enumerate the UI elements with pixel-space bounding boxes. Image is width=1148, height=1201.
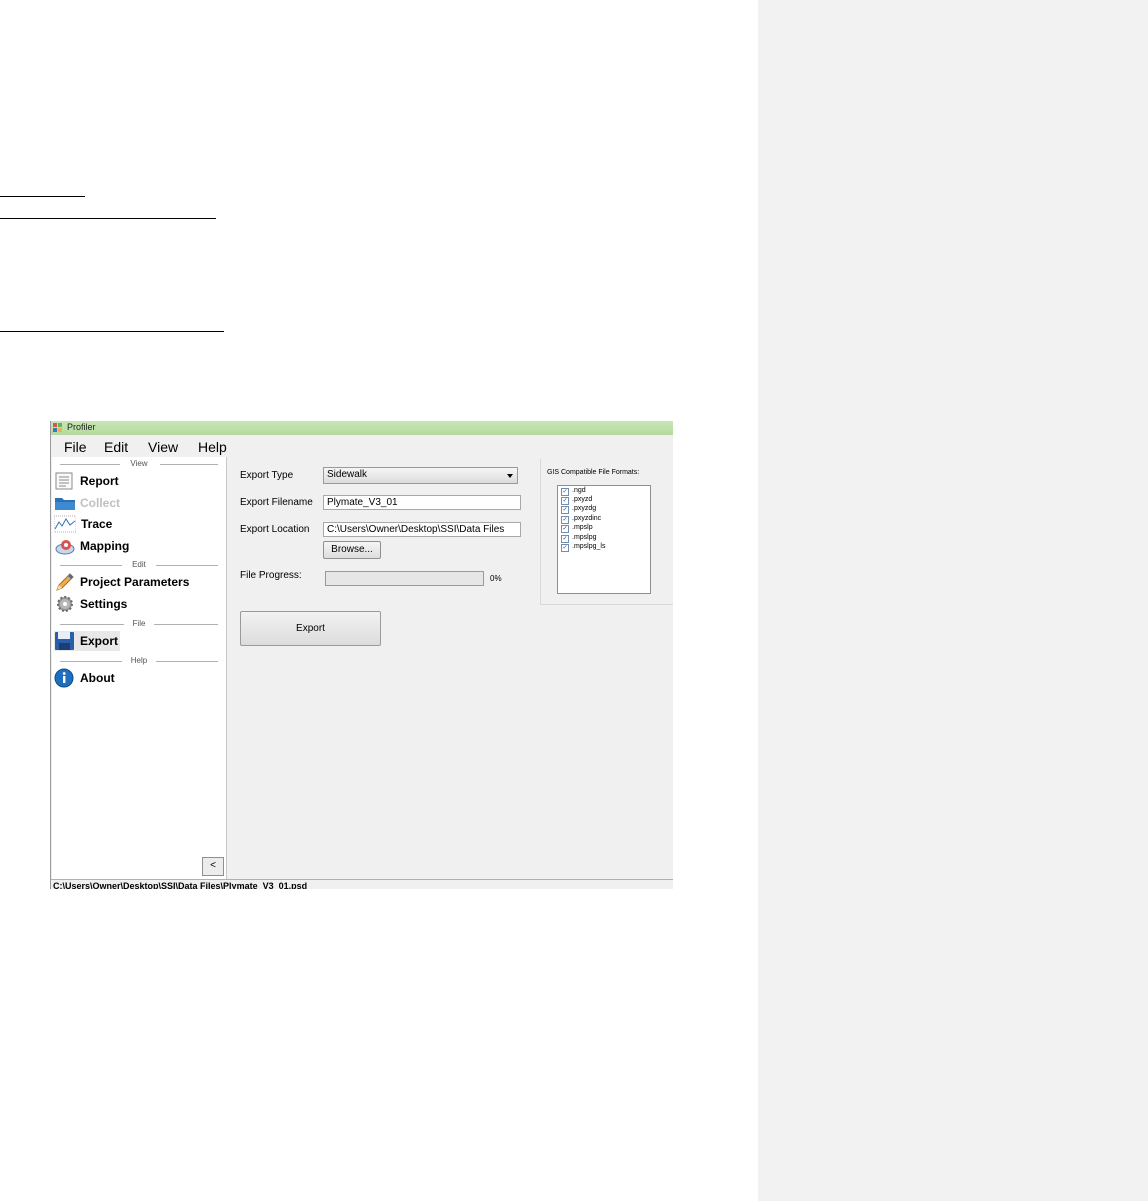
browse-button[interactable]: Browse... (323, 541, 381, 559)
status-file-path: C:\Users\Owner\Desktop\SSI\Data Files\Pl… (53, 881, 308, 889)
checkbox-checked-icon[interactable]: ✓ (561, 497, 569, 505)
sidebar-item-mapping[interactable]: Mapping (54, 536, 204, 556)
report-icon (55, 472, 73, 490)
collapse-sidebar-button[interactable]: < (202, 857, 224, 876)
gear-icon (57, 596, 73, 612)
sidebar-item-label: About (80, 671, 115, 685)
folder-icon (55, 498, 75, 510)
menu-help[interactable]: Help (198, 439, 227, 455)
chevron-down-icon (507, 474, 513, 478)
document-underline-3 (0, 331, 224, 332)
info-icon (54, 668, 74, 688)
sidebar-item-label: Export (80, 634, 119, 648)
checkbox-checked-icon[interactable]: ✓ (561, 535, 569, 543)
document-underline-1 (0, 196, 85, 197)
pencil-icon (56, 573, 74, 591)
sidebar-item-settings[interactable]: Settings (54, 594, 204, 614)
document-comment-margin (758, 0, 1148, 1201)
globe-icon (55, 540, 75, 555)
title-bar: Profiler (51, 421, 673, 435)
sidebar-item-label: Report (80, 474, 119, 488)
export-location-label: Export Location (240, 524, 310, 535)
window-title: Profiler (67, 422, 96, 432)
sidebar-item-collect[interactable]: Collect (54, 493, 204, 513)
export-filename-input[interactable] (323, 495, 521, 510)
sidebar-item-label: Settings (80, 597, 128, 611)
sidebar-item-project-parameters[interactable]: Project Parameters (54, 572, 204, 592)
gis-formats-title: GIS Compatible File Formats: (547, 469, 640, 476)
section-edit: Edit (60, 560, 218, 570)
export-filename-label: Export Filename (240, 497, 313, 508)
section-file: File (60, 619, 218, 629)
sidebar-item-trace[interactable]: Trace (54, 514, 204, 534)
sidebar-item-label: Collect (80, 496, 121, 510)
document-underline-2 (0, 218, 216, 219)
gis-formats-panel: GIS Compatible File Formats: ✓ .ngd ✓ .pxy… (540, 459, 673, 605)
menu-view[interactable]: View (148, 439, 178, 455)
checkbox-checked-icon[interactable]: ✓ (561, 506, 569, 514)
app-icon (53, 423, 62, 432)
export-type-value: Sidewalk (327, 469, 368, 480)
export-type-select[interactable]: Sidewalk (323, 467, 518, 484)
checkbox-checked-icon[interactable]: ✓ (561, 544, 569, 552)
gis-formats-list: ✓ .ngd ✓ .pxyzd ✓ .pxyzdg ✓ .pxyzdinc ✓ .mpsl… (557, 485, 651, 594)
sidebar-item-label: Project Parameters (80, 575, 190, 589)
file-progress-percent: 0% (490, 574, 502, 583)
checkbox-checked-icon[interactable]: ✓ (561, 516, 569, 524)
sidebar-item-label: Mapping (80, 539, 130, 553)
export-type-label: Export Type (240, 470, 294, 481)
checkbox-checked-icon[interactable]: ✓ (561, 525, 569, 533)
floppy-disk-icon (55, 632, 74, 650)
section-view: View (60, 459, 218, 469)
status-bar: C:\Users\Owner\Desktop\SSI\Data Files\Pl… (51, 879, 673, 889)
sidebar-item-export[interactable]: Export (54, 631, 120, 651)
trace-chart-icon (54, 515, 76, 533)
sidebar: View Report Collect Trace Mapping Edit P… (52, 457, 227, 880)
export-location-input[interactable] (323, 522, 521, 537)
profiler-window: Profiler File Edit View Help View Report (50, 421, 673, 889)
sidebar-item-label: Trace (81, 517, 113, 531)
sidebar-item-report[interactable]: Report (54, 471, 204, 491)
file-progress-bar (325, 571, 484, 586)
section-help: Help (60, 656, 218, 666)
menu-edit[interactable]: Edit (104, 439, 128, 455)
menu-bar: File Edit View Help (51, 435, 673, 457)
checkbox-checked-icon[interactable]: ✓ (561, 488, 569, 496)
export-button[interactable]: Export (240, 611, 381, 646)
file-progress-label: File Progress: (240, 570, 302, 581)
menu-file[interactable]: File (64, 439, 87, 455)
sidebar-item-about[interactable]: About (54, 668, 204, 688)
